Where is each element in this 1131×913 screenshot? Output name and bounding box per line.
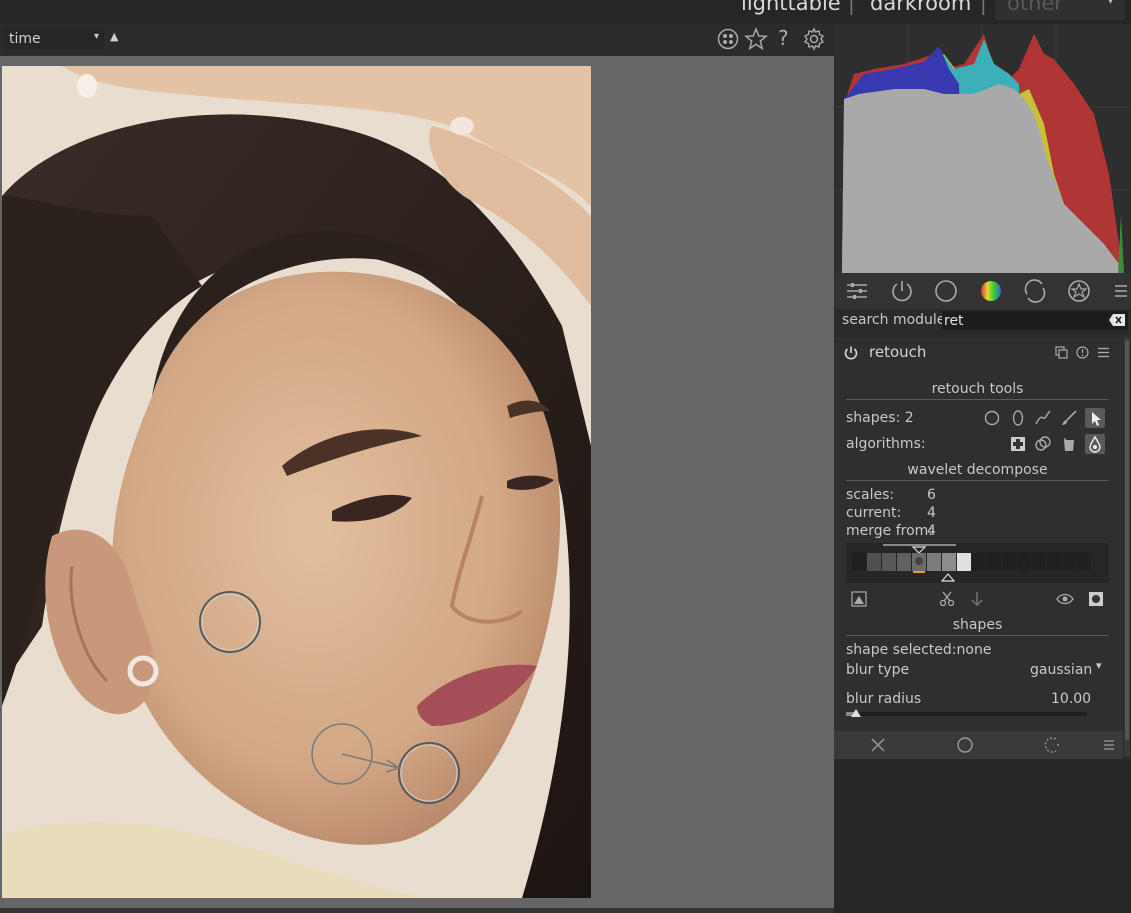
color-group-icon[interactable] <box>978 278 1004 304</box>
fill-icon[interactable] <box>1059 434 1079 454</box>
blur-type-dropdown[interactable]: gaussian <box>1030 662 1092 678</box>
reset-icon[interactable] <box>1076 346 1089 359</box>
shapes-section-title: shapes <box>846 617 1109 636</box>
view-separator: | <box>980 0 987 15</box>
circle-icon[interactable] <box>956 736 974 754</box>
search-module-label: search module <box>842 312 946 328</box>
sort-by-value: time <box>9 31 41 47</box>
shape-selected-label: shape selected:none <box>846 642 992 658</box>
heal-icon[interactable] <box>1033 434 1053 454</box>
blend-mode-icon[interactable] <box>1044 736 1062 754</box>
effects-group-icon[interactable] <box>1066 278 1092 304</box>
presets-menu-icon[interactable] <box>1108 278 1131 304</box>
display-wavelet-scale-icon[interactable] <box>851 591 867 607</box>
view-other-label[interactable]: other <box>1007 0 1063 15</box>
view-darkroom-link[interactable]: darkroom <box>870 0 971 15</box>
clear-search-icon[interactable] <box>1108 313 1126 327</box>
cut-icon[interactable] <box>938 590 956 608</box>
clone-icon[interactable] <box>1008 434 1028 454</box>
current-label: current: <box>846 505 902 521</box>
blur-icon[interactable] <box>1085 434 1105 454</box>
sort-order-icon[interactable]: ▲ <box>110 30 118 43</box>
mask-display-icon[interactable] <box>1088 591 1104 607</box>
active-modules-icon[interactable] <box>889 278 915 304</box>
star-icon[interactable] <box>744 27 768 51</box>
search-module-input[interactable] <box>942 311 1128 330</box>
right-panel-empty-area <box>834 759 1131 913</box>
eye-icon[interactable] <box>1056 591 1074 607</box>
menu-icon[interactable] <box>1100 736 1118 754</box>
current-scale-indicator <box>913 571 925 573</box>
close-icon[interactable] <box>869 736 887 754</box>
gear-icon[interactable] <box>802 27 826 51</box>
blur-radius-slider[interactable] <box>846 712 1087 716</box>
scales-value: 6 <box>927 487 936 503</box>
merge-from-value: 4 <box>927 523 936 539</box>
algorithms-label: algorithms: <box>846 436 926 452</box>
wavelet-decompose-section-title: wavelet decompose <box>846 462 1109 481</box>
chevron-down-icon: ▾ <box>93 31 99 42</box>
darktable-window: lighttable | darkroom | other ▾ time ▾ ▲… <box>0 0 1131 913</box>
scales-marker-icon <box>941 573 955 582</box>
blur-type-label: blur type <box>846 662 910 678</box>
base-group-icon[interactable] <box>933 278 959 304</box>
portrait-image <box>2 66 591 898</box>
view-separator: | <box>848 0 855 15</box>
multi-instance-icon[interactable] <box>1055 346 1068 359</box>
shapes-count-label: shapes: 2 <box>846 410 914 426</box>
grouping-icon[interactable] <box>716 27 740 51</box>
blur-radius-value: 10.00 <box>1051 691 1092 707</box>
blur-radius-slider-handle[interactable] <box>851 709 861 717</box>
image-center-view[interactable] <box>0 56 834 908</box>
ellipse-icon[interactable] <box>1008 408 1028 428</box>
module-group-bar <box>834 273 1131 309</box>
help-icon[interactable]: ? <box>778 26 802 50</box>
chevron-down-icon[interactable]: ▾ <box>1096 659 1102 672</box>
brush-icon[interactable] <box>1059 408 1079 428</box>
quick-access-icon[interactable] <box>844 278 870 304</box>
module-title: retouch <box>869 343 927 361</box>
module-power-icon[interactable] <box>843 345 859 361</box>
filmstrip-toolbar: time ▾ ▲ ? <box>0 24 834 56</box>
sort-by-dropdown[interactable]: time ▾ <box>4 28 104 50</box>
current-value: 4 <box>927 505 936 521</box>
view-other-arrow-icon[interactable]: ▾ <box>1108 0 1113 7</box>
histogram-graph <box>834 24 1131 273</box>
search-module-row: search module <box>834 309 1131 333</box>
bottom-panel-edge <box>0 908 834 913</box>
view-lighttable-link[interactable]: lighttable <box>741 0 841 15</box>
wavelet-scale-cells[interactable] <box>852 553 1092 571</box>
scales-label: scales: <box>846 487 895 503</box>
correct-group-icon[interactable] <box>1022 278 1048 304</box>
paste-icon[interactable] <box>969 590 985 608</box>
view-switcher-bar: lighttable | darkroom | other ▾ <box>0 0 1131 24</box>
merge-from-label: merge from: <box>846 523 934 539</box>
circle-icon[interactable] <box>982 408 1002 428</box>
blur-radius-label: blur radius <box>846 691 922 707</box>
presets-icon[interactable] <box>1097 346 1110 359</box>
scrollbar-thumb[interactable] <box>1125 340 1129 740</box>
path-icon[interactable] <box>1033 408 1053 428</box>
mask-manager-bar <box>834 731 1123 759</box>
show-shapes-icon[interactable] <box>1085 408 1105 428</box>
histogram[interactable] <box>834 24 1131 273</box>
portrait-photo[interactable] <box>2 66 591 898</box>
wavelet-actions-row <box>834 587 1123 611</box>
retouch-tools-section-title: retouch tools <box>846 381 1109 400</box>
retouch-module-header[interactable]: retouch <box>834 337 1123 369</box>
